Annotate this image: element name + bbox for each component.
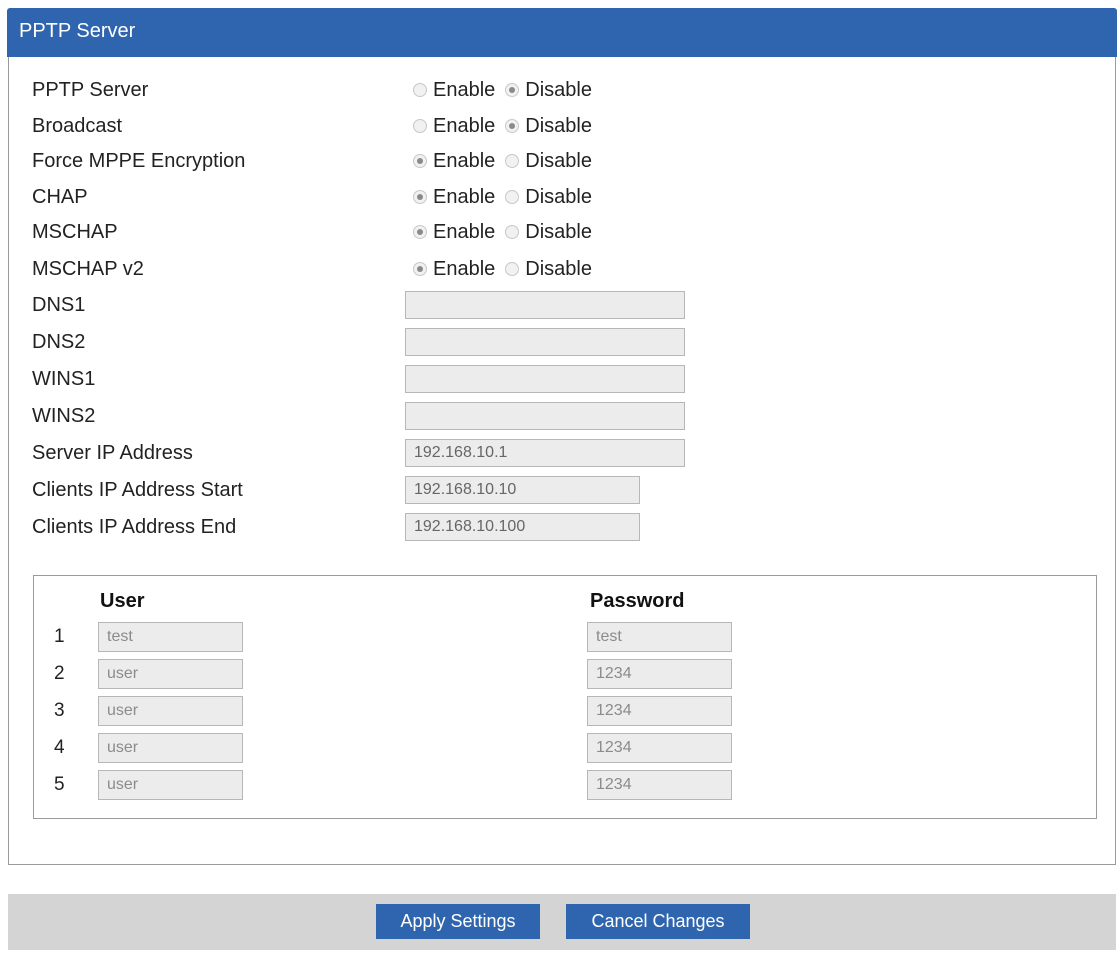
disable-radio[interactable]: Disable <box>505 258 592 281</box>
password-column-header: Password <box>590 590 685 612</box>
option-label: MSCHAP <box>32 221 118 243</box>
field-label: WINS1 <box>32 368 96 390</box>
radio-group: Enable Disable <box>413 179 602 215</box>
wins2-input[interactable] <box>405 402 685 430</box>
radio-dot[interactable] <box>505 154 520 168</box>
radio-dot[interactable] <box>505 262 520 276</box>
radio-dot[interactable] <box>505 190 520 204</box>
option-label: Force MPPE Encryption <box>32 150 246 172</box>
enable-radio[interactable]: Enable <box>413 258 495 281</box>
enable-radio[interactable]: Enable <box>413 186 495 209</box>
option-row-mschap-v2: MSCHAP v2 Enable Disable <box>9 251 1009 287</box>
option-row-chap: CHAP Enable Disable <box>9 179 1009 215</box>
field-label: DNS1 <box>32 294 86 316</box>
option-row-broadcast: Broadcast Enable Disable <box>9 108 1009 144</box>
panel-header: PPTP Server <box>7 8 1117 57</box>
enable-radio[interactable]: Enable <box>413 79 495 102</box>
user-row: 5 <box>34 770 1094 802</box>
radio-dot[interactable] <box>505 119 520 133</box>
settings-panel: PPTP Server Enable Disable Broadcast Ena… <box>8 57 1116 865</box>
user-column-header: User <box>100 590 145 612</box>
radio-dot[interactable] <box>505 83 520 97</box>
radio-dot[interactable] <box>413 83 427 97</box>
password-input[interactable] <box>587 622 732 652</box>
radio-group: Enable Disable <box>413 214 602 250</box>
wins1-input[interactable] <box>405 365 685 393</box>
disable-radio[interactable]: Disable <box>505 115 592 138</box>
users-table: User Password 1 2 3 4 5 <box>33 575 1097 819</box>
apply-settings-button[interactable]: Apply Settings <box>376 904 540 939</box>
option-label: MSCHAP v2 <box>32 258 144 280</box>
radio-dot[interactable] <box>413 154 427 168</box>
password-input[interactable] <box>587 733 732 763</box>
option-row-force-mppe: Force MPPE Encryption Enable Disable <box>9 143 1009 179</box>
field-row-wins1: WINS1 <box>9 361 1009 397</box>
enable-radio[interactable]: Enable <box>413 150 495 173</box>
disable-radio[interactable]: Disable <box>505 79 592 102</box>
row-number: 5 <box>54 774 65 795</box>
row-number: 4 <box>54 737 65 758</box>
user-input[interactable] <box>98 622 243 652</box>
option-label: PPTP Server <box>32 79 149 101</box>
radio-dot[interactable] <box>413 119 427 133</box>
option-row-mschap: MSCHAP Enable Disable <box>9 214 1009 250</box>
field-row-clients-ip-end: Clients IP Address End <box>9 509 1009 545</box>
password-input[interactable] <box>587 770 732 800</box>
user-input[interactable] <box>98 659 243 689</box>
action-bar: Apply Settings Cancel Changes <box>8 894 1116 950</box>
row-number: 2 <box>54 663 65 684</box>
user-input[interactable] <box>98 696 243 726</box>
field-label: Clients IP Address End <box>32 516 237 538</box>
field-row-wins2: WINS2 <box>9 398 1009 434</box>
row-number: 3 <box>54 700 65 721</box>
user-row: 4 <box>34 733 1094 765</box>
user-row: 1 <box>34 622 1094 654</box>
field-row-dns1: DNS1 <box>9 287 1009 323</box>
field-label: Clients IP Address Start <box>32 479 243 501</box>
field-row-server-ip: Server IP Address <box>9 435 1009 471</box>
user-input[interactable] <box>98 733 243 763</box>
password-input[interactable] <box>587 696 732 726</box>
user-input[interactable] <box>98 770 243 800</box>
user-row: 3 <box>34 696 1094 728</box>
radio-group: Enable Disable <box>413 251 602 287</box>
radio-dot[interactable] <box>413 190 427 204</box>
option-label: Broadcast <box>32 115 123 137</box>
user-row: 2 <box>34 659 1094 691</box>
password-input[interactable] <box>587 659 732 689</box>
cancel-changes-button[interactable]: Cancel Changes <box>566 904 750 939</box>
radio-dot[interactable] <box>413 262 427 276</box>
option-row-pptp-server: PPTP Server Enable Disable <box>9 72 1009 108</box>
radio-group: Enable Disable <box>413 143 602 179</box>
server-ip-input[interactable] <box>405 439 685 467</box>
disable-radio[interactable]: Disable <box>505 150 592 173</box>
option-label: CHAP <box>32 186 88 208</box>
radio-group: Enable Disable <box>413 72 602 108</box>
enable-radio[interactable]: Enable <box>413 221 495 244</box>
clients-ip-end-input[interactable] <box>405 513 640 541</box>
enable-radio[interactable]: Enable <box>413 115 495 138</box>
row-number: 1 <box>54 626 65 647</box>
disable-radio[interactable]: Disable <box>505 221 592 244</box>
radio-group: Enable Disable <box>413 108 602 144</box>
field-row-dns2: DNS2 <box>9 324 1009 360</box>
field-label: DNS2 <box>32 331 86 353</box>
field-label: WINS2 <box>32 405 96 427</box>
panel-title: PPTP Server <box>19 20 136 42</box>
field-label: Server IP Address <box>32 442 193 464</box>
dns1-input[interactable] <box>405 291 685 319</box>
field-row-clients-ip-start: Clients IP Address Start <box>9 472 1009 508</box>
clients-ip-start-input[interactable] <box>405 476 640 504</box>
radio-dot[interactable] <box>505 225 520 239</box>
radio-dot[interactable] <box>413 225 427 239</box>
disable-radio[interactable]: Disable <box>505 186 592 209</box>
dns2-input[interactable] <box>405 328 685 356</box>
